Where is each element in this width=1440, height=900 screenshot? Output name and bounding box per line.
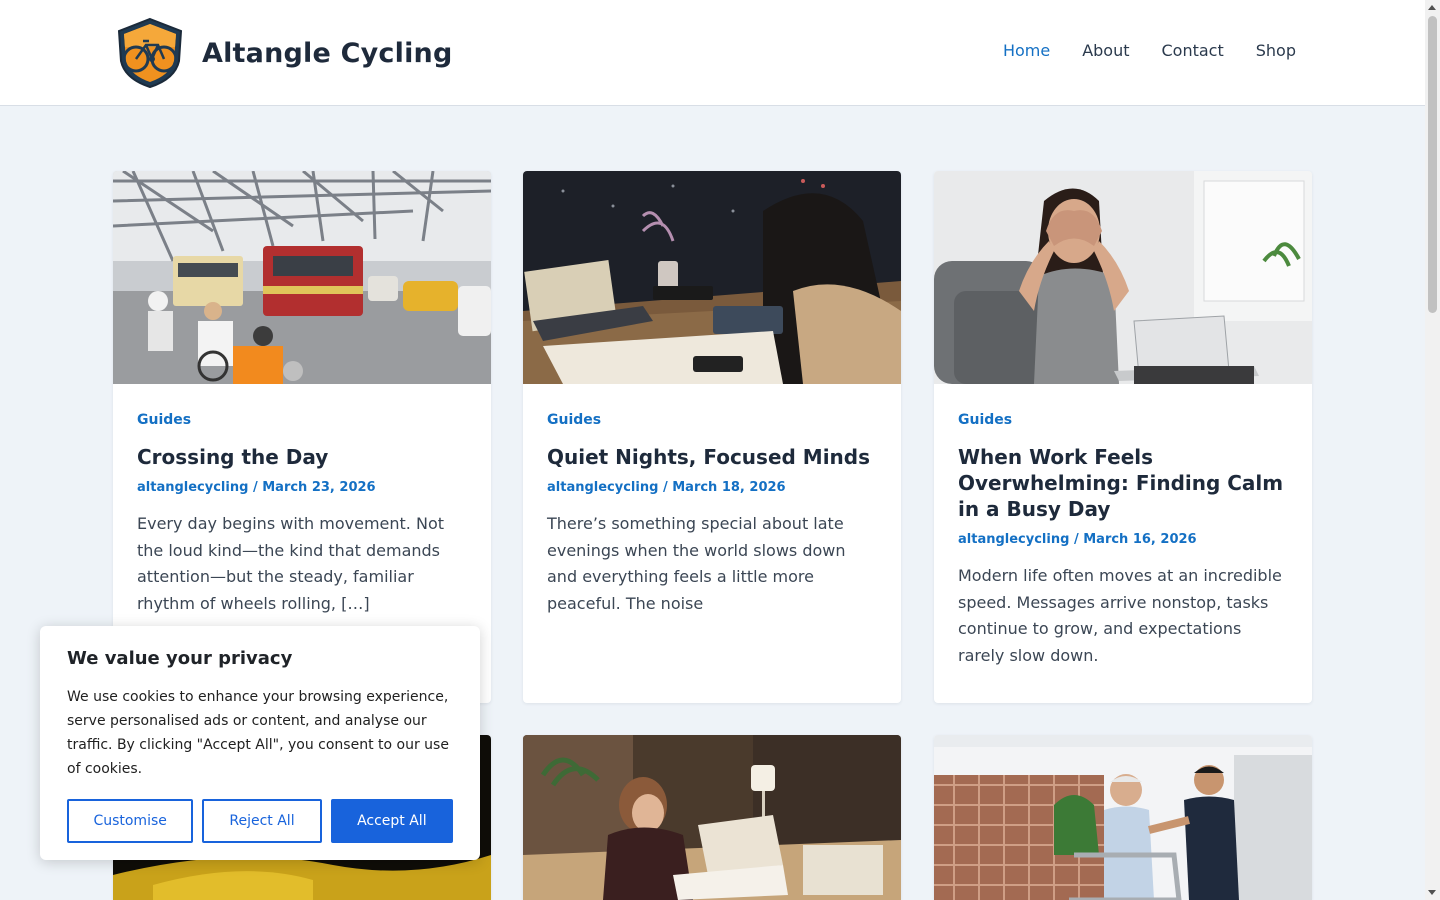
post-image[interactable] bbox=[523, 735, 901, 900]
accept-all-button[interactable]: Accept All bbox=[330, 799, 453, 843]
post-image[interactable] bbox=[523, 171, 901, 384]
scroll-up-arrow-icon[interactable] bbox=[1428, 5, 1436, 10]
nav-home[interactable]: Home bbox=[1003, 41, 1050, 60]
post-image[interactable] bbox=[934, 735, 1312, 900]
stressed-woman-laptop-photo[interactable] bbox=[934, 171, 1312, 384]
cookie-text: We use cookies to enhance your browsing … bbox=[67, 689, 449, 777]
post-title[interactable]: Quiet Nights, Focused Minds bbox=[547, 444, 877, 470]
post-author-link[interactable]: altanglecycling bbox=[547, 480, 658, 495]
post-card: Guides When Work Feels Overwhelming: Fin… bbox=[934, 171, 1312, 703]
cookie-consent-banner: We value your privacy We use cookies to … bbox=[40, 626, 480, 860]
post-body: Guides When Work Feels Overwhelming: Fin… bbox=[934, 384, 1312, 693]
reject-all-button[interactable]: Reject All bbox=[202, 799, 322, 843]
nav-about[interactable]: About bbox=[1082, 41, 1129, 60]
post-category[interactable]: Guides bbox=[958, 412, 1288, 428]
bicycle-shield-logo-icon[interactable] bbox=[115, 17, 185, 89]
elderly-man-walker-photo[interactable] bbox=[934, 735, 1312, 900]
brand[interactable]: Altangle Cycling bbox=[115, 17, 452, 89]
site-header: Altangle Cycling Home About Contact Shop bbox=[0, 0, 1425, 106]
post-meta: altanglecycling / March 23, 2026 bbox=[137, 480, 467, 495]
post-date-link[interactable]: March 16, 2026 bbox=[1083, 532, 1196, 547]
post-card: Guides Quiet Nights, Focused Minds altan… bbox=[523, 171, 901, 703]
post-body: Guides Crossing the Day altanglecycling … bbox=[113, 384, 491, 641]
post-body: Guides Quiet Nights, Focused Minds altan… bbox=[523, 384, 901, 641]
post-card bbox=[934, 735, 1312, 900]
meta-separator: / bbox=[1069, 532, 1084, 547]
post-author-link[interactable]: altanglecycling bbox=[958, 532, 1069, 547]
post-category[interactable]: Guides bbox=[137, 412, 467, 428]
site-title[interactable]: Altangle Cycling bbox=[202, 38, 452, 69]
post-excerpt: Every day begins with movement. Not the … bbox=[137, 514, 444, 613]
post-date-link[interactable]: March 23, 2026 bbox=[262, 480, 375, 495]
woman-studying-at-night-photo[interactable] bbox=[523, 171, 901, 384]
post-image[interactable] bbox=[934, 171, 1312, 384]
post-title[interactable]: When Work Feels Overwhelming: Finding Ca… bbox=[958, 444, 1288, 522]
page-scrollbar[interactable] bbox=[1425, 0, 1440, 900]
meta-separator: / bbox=[658, 480, 673, 495]
post-category[interactable]: Guides bbox=[547, 412, 877, 428]
bridge-traffic-photo[interactable] bbox=[113, 171, 491, 384]
post-author-link[interactable]: altanglecycling bbox=[137, 480, 248, 495]
post-card: Guides Crossing the Day altanglecycling … bbox=[113, 171, 491, 703]
cookie-heading: We value your privacy bbox=[67, 648, 293, 669]
post-title[interactable]: Crossing the Day bbox=[137, 444, 467, 470]
post-image[interactable] bbox=[113, 171, 491, 384]
nav-shop[interactable]: Shop bbox=[1256, 41, 1296, 60]
main-nav: Home About Contact Shop bbox=[1003, 41, 1296, 60]
scrollbar-thumb[interactable] bbox=[1428, 16, 1437, 313]
post-meta: altanglecycling / March 18, 2026 bbox=[547, 480, 877, 495]
nav-contact[interactable]: Contact bbox=[1162, 41, 1224, 60]
post-meta: altanglecycling / March 16, 2026 bbox=[958, 532, 1288, 547]
post-excerpt: Modern life often moves at an incredible… bbox=[958, 566, 1282, 665]
post-card bbox=[523, 735, 901, 900]
cookie-buttons: Customise Reject All Accept All bbox=[67, 799, 453, 843]
woman-working-at-desk-photo[interactable] bbox=[523, 735, 901, 900]
scroll-down-arrow-icon[interactable] bbox=[1428, 890, 1436, 895]
meta-separator: / bbox=[248, 480, 263, 495]
post-date-link[interactable]: March 18, 2026 bbox=[672, 480, 785, 495]
post-excerpt: There’s something special about late eve… bbox=[547, 514, 846, 613]
customise-button[interactable]: Customise bbox=[67, 799, 194, 843]
